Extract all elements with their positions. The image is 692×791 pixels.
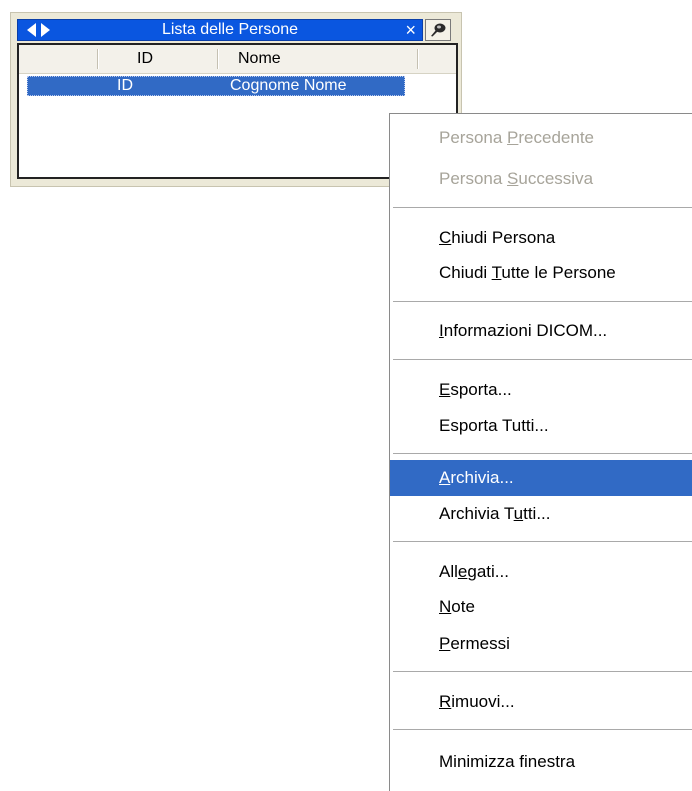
menu-item-informazioni-dicom[interactable]: Informazioni DICOM... [390,313,692,349]
menu-item-esporta-tutti[interactable]: Esporta Tutti... [390,408,692,444]
menu-item-note[interactable]: Note [390,589,692,625]
context-menu: Persona Precedente Persona Successiva Ch… [389,113,692,791]
menu-item-archivia[interactable]: Archivia... [390,460,692,496]
panel-title: Lista delle Persone [161,21,299,38]
menu-item-allegati[interactable]: Allegati... [390,554,692,590]
row-name: Cognome Nome [230,77,347,94]
panel-titlebar: Lista delle Persone × [17,19,423,41]
next-arrow-icon[interactable] [41,23,50,37]
menu-item-persona-successiva[interactable]: Persona Successiva [390,161,692,197]
menu-separator [393,729,692,730]
column-header-id[interactable]: ID [137,45,153,73]
table-row[interactable]: ID Cognome Nome [27,76,405,96]
menu-separator [393,359,692,360]
menu-separator [393,207,692,208]
menu-item-rimuovi[interactable]: Rimuovi... [390,684,692,720]
pin-button[interactable] [425,19,451,41]
pin-icon [431,23,446,37]
menu-separator [393,453,692,454]
menu-item-chiudi-tutte[interactable]: Chiudi Tutte le Persone [390,255,692,291]
menu-item-chiudi-persona[interactable]: Chiudi Persona [390,220,692,256]
column-divider-highlight [218,49,219,69]
menu-item-permessi[interactable]: Permessi [390,626,692,662]
menu-item-persona-precedente[interactable]: Persona Precedente [390,120,692,156]
list-header: ID Nome [19,45,456,74]
menu-separator [393,301,692,302]
menu-item-esporta[interactable]: Esporta... [390,372,692,408]
column-header-name[interactable]: Nome [238,45,281,73]
column-divider-highlight [418,49,419,69]
menu-item-minimizza-finestra[interactable]: Minimizza finestra [390,744,692,780]
menu-item-archivia-tutti[interactable]: Archivia Tutti... [390,496,692,532]
close-icon[interactable]: × [405,20,416,40]
column-divider-highlight [98,49,99,69]
menu-separator [393,541,692,542]
row-id: ID [117,77,133,94]
menu-separator [393,671,692,672]
previous-arrow-icon[interactable] [27,23,36,37]
